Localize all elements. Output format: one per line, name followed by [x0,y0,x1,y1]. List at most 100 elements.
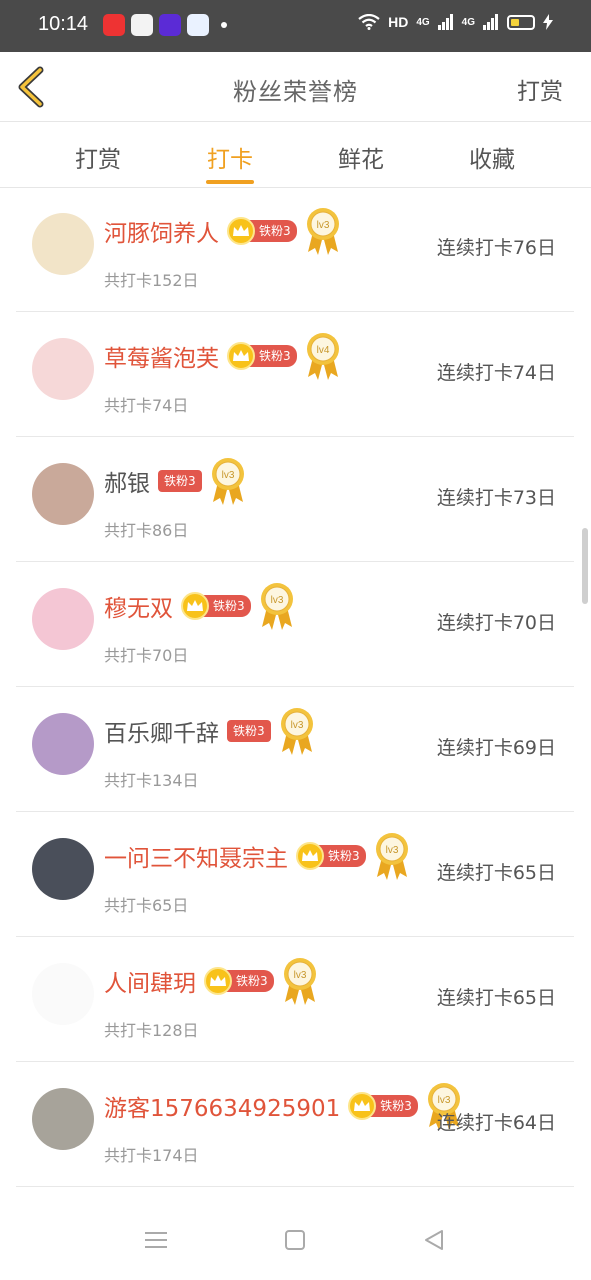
streak-checkin: 连续打卡74日 [436,362,556,384]
medal-level: lv3 [437,1095,450,1106]
streak-checkin: 连续打卡64日 [436,1112,556,1134]
avatar[interactable] [32,963,94,1025]
reward-button[interactable]: 打赏 [517,72,563,106]
fan-badge: 铁粉3 [181,592,251,620]
user-name[interactable]: 郝银 [104,464,150,498]
avatar[interactable] [32,1088,94,1150]
name-line: 穆无双 铁粉3 lv3 [104,583,295,630]
list-item[interactable]: 游客1576634925901 铁粉3 lv3 共打卡174日 连续打卡64日 [16,1062,574,1187]
streak-checkin: 连续打卡73日 [436,487,556,509]
tab-flowers[interactable]: 鲜花 [338,140,384,174]
signal-icon [437,14,453,30]
status-time: 10:14 [38,13,89,35]
avatar[interactable] [32,338,94,400]
name-line: 草莓酱泡芙 铁粉3 lv4 [104,333,341,380]
menu-icon[interactable] [142,1228,170,1252]
tab-reward[interactable]: 打赏 [75,140,121,174]
back-nav-icon[interactable] [420,1228,448,1252]
list-item[interactable]: 穆无双 铁粉3 lv3 共打卡70日 连续打卡70日 [16,562,574,687]
avatar[interactable] [32,463,94,525]
name-line: 郝银 铁粉3 lv3 [104,458,246,505]
app-header: 粉丝荣誉榜 打赏 [0,52,591,122]
streak-checkin: 连续打卡65日 [436,862,556,884]
crown-icon [227,342,255,370]
fan-badge: 铁粉3 [158,470,202,492]
checkin-ranking-list: 河豚饲养人 铁粉3 lv3 共打卡152日 连续打卡76日 草莓酱泡芙 铁粉3 [16,187,574,1187]
list-item[interactable]: 人间肆玥 铁粉3 lv3 共打卡128日 连续打卡65日 [16,937,574,1062]
medal-level: lv3 [293,970,306,981]
fan-level-badge: 铁粉3 [370,1095,418,1117]
signal-icon [483,14,498,30]
list-item[interactable]: 百乐卿千辞 铁粉3 lv3 共打卡134日 连续打卡69日 [16,687,574,812]
tab-favorites[interactable]: 收藏 [469,140,515,174]
list-item[interactable]: 郝银 铁粉3 lv3 共打卡86日 连续打卡73日 [16,437,574,562]
fan-level-badge: 铁粉3 [158,470,202,492]
medal-icon: lv3 [210,456,246,506]
medal-icon: lv3 [279,706,315,756]
active-tab-indicator [206,180,254,184]
streak-checkin: 连续打卡65日 [436,987,556,1009]
fan-level-badge: 铁粉3 [318,845,366,867]
crown-icon [227,217,255,245]
list-item[interactable]: 河豚饲养人 铁粉3 lv3 共打卡152日 连续打卡76日 [16,187,574,312]
user-name[interactable]: 穆无双 [104,589,173,623]
list-item[interactable]: 一问三不知聂宗主 铁粉3 lv3 共打卡65日 连续打卡65日 [16,812,574,937]
network-label: 4G [461,16,475,28]
crown-icon [296,842,324,870]
medal-icon: lv3 [305,206,341,256]
user-name[interactable]: 百乐卿千辞 [104,714,219,748]
user-name[interactable]: 游客1576634925901 [104,1089,340,1123]
medal-icon: lv4 [305,331,341,381]
network-label: 4G [416,16,430,28]
charging-icon [543,14,553,30]
total-checkin: 共打卡70日 [104,646,189,665]
avatar[interactable] [32,588,94,650]
fan-badge: 铁粉3 [296,842,366,870]
medal-icon: lv3 [374,831,410,881]
streak-checkin: 连续打卡70日 [436,612,556,634]
notification-icons [103,14,227,36]
name-line: 一问三不知聂宗主 铁粉3 lv3 [104,833,410,880]
medal-level: lv3 [270,595,283,606]
total-checkin: 共打卡128日 [104,1021,199,1040]
medal-icon: lv3 [282,956,318,1006]
avatar[interactable] [32,713,94,775]
status-right: HD 4G 4G [358,14,553,30]
user-name[interactable]: 草莓酱泡芙 [104,339,219,373]
avatar[interactable] [32,213,94,275]
fan-badge: 铁粉3 [227,720,271,742]
tab-checkin[interactable]: 打卡 [207,140,253,174]
page-title: 粉丝荣誉榜 [233,78,358,106]
app-notification-icon [103,14,125,36]
avatar[interactable] [32,838,94,900]
name-line: 河豚饲养人 铁粉3 lv3 [104,208,341,255]
fan-level-badge: 铁粉3 [203,595,251,617]
fan-level-badge: 铁粉3 [227,720,271,742]
user-name[interactable]: 人间肆玥 [104,964,196,998]
total-checkin: 共打卡65日 [104,896,189,915]
streak-checkin: 连续打卡76日 [436,237,556,259]
name-line: 游客1576634925901 铁粉3 lv3 [104,1083,462,1130]
total-checkin: 共打卡134日 [104,771,199,790]
scrollbar[interactable] [582,528,588,604]
tab-bar: 打赏 打卡 鲜花 收藏 [0,122,591,188]
total-checkin: 共打卡74日 [104,396,189,415]
medal-level: lv3 [290,720,303,731]
system-nav-bar [0,1196,591,1280]
total-checkin: 共打卡86日 [104,521,189,540]
more-notifications-icon [221,22,227,28]
fan-level-badge: 铁粉3 [249,220,297,242]
home-icon[interactable] [281,1228,309,1252]
user-name[interactable]: 一问三不知聂宗主 [104,839,288,873]
fan-badge: 铁粉3 [204,967,274,995]
fan-badge: 铁粉3 [348,1092,418,1120]
name-line: 人间肆玥 铁粉3 lv3 [104,958,318,1005]
user-name[interactable]: 河豚饲养人 [104,214,219,248]
crown-icon [181,592,209,620]
list-item[interactable]: 草莓酱泡芙 铁粉3 lv4 共打卡74日 连续打卡74日 [16,312,574,437]
wifi-icon [358,14,380,30]
fan-level-badge: 铁粉3 [249,345,297,367]
streak-checkin: 连续打卡69日 [436,737,556,759]
hd-label: HD [388,14,409,30]
app-notification-icon [131,14,153,36]
